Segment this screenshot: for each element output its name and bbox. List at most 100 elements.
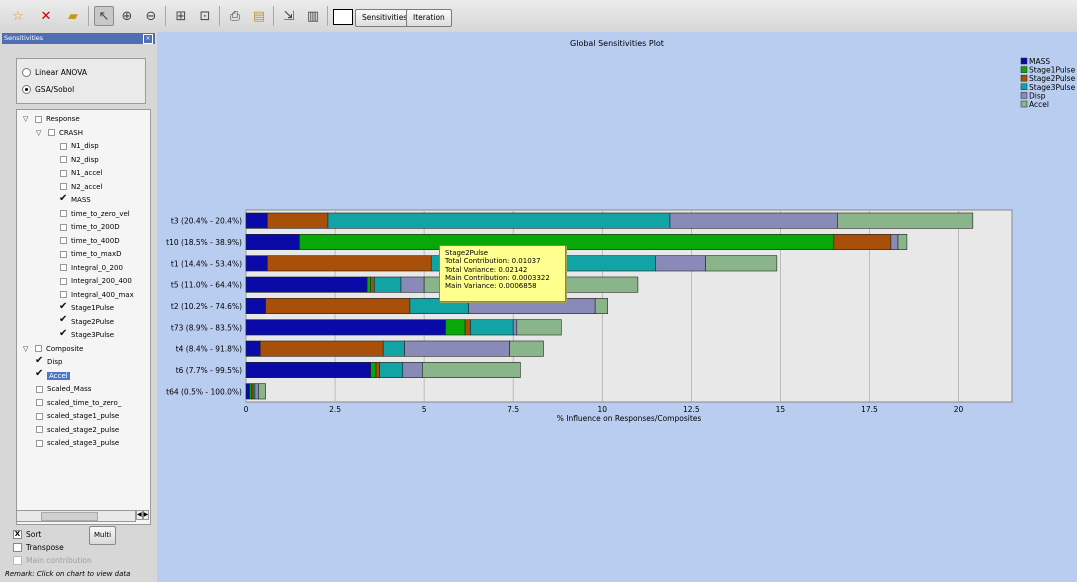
- tree-item-label: time_to_zero_vel: [71, 209, 130, 218]
- sort-checkbox[interactable]: X Sort: [13, 530, 41, 539]
- checkbox-icon[interactable]: [36, 439, 43, 447]
- close-icon[interactable]: ×: [143, 34, 153, 44]
- tree-item-scaled-stage2-pulse[interactable]: scaled_stage2_pulse: [36, 424, 119, 436]
- tree-item-disp[interactable]: Disp: [35, 355, 62, 368]
- tree-item-label: Stage2Pulse: [71, 317, 115, 326]
- tree-item-n2-accel[interactable]: N2_accel: [60, 181, 102, 193]
- scrollbar-thumb[interactable]: [41, 512, 98, 521]
- tree-item-composite[interactable]: ▽ Composite: [23, 343, 83, 355]
- tree-item-stage3pulse[interactable]: Stage3Pulse: [59, 328, 114, 341]
- tree-item-stage2pulse[interactable]: Stage2Pulse: [59, 314, 115, 328]
- checkbox-icon[interactable]: [36, 385, 43, 393]
- toolbar-separator: [219, 6, 220, 26]
- tree-item-scaled-mass[interactable]: Scaled_Mass: [36, 383, 91, 395]
- export-icon[interactable]: ⇲: [279, 6, 299, 26]
- checkbox-icon[interactable]: [36, 412, 43, 420]
- scroll-arrows[interactable]: ◀ ▶: [136, 510, 150, 520]
- checkbox-icon[interactable]: [59, 301, 67, 312]
- checkbox-icon[interactable]: [60, 142, 67, 150]
- tree-horizontal-scrollbar[interactable]: [16, 510, 136, 522]
- tree-item-scaled-stage1-pulse[interactable]: scaled_stage1_pulse: [36, 410, 119, 422]
- tree-item-integral-0-200[interactable]: Integral_0_200: [60, 262, 123, 274]
- tree-item-scaled-stage3-pulse[interactable]: scaled_stage3_pulse: [36, 437, 119, 449]
- checkbox-icon[interactable]: [36, 399, 43, 406]
- checkbox-icon[interactable]: [60, 169, 67, 177]
- new-session-icon[interactable]: ☆: [8, 6, 28, 26]
- bar-segment-mass: [245, 212, 268, 229]
- plot-area[interactable]: Global Sensitivities Plot 0 2.5 5 7.5 10 12.5 1…: [157, 32, 1077, 582]
- bar-segment-disp: [400, 276, 425, 293]
- tree-item-label: Composite: [46, 344, 84, 353]
- tab-iteration[interactable]: Iteration: [406, 9, 452, 27]
- multi-button[interactable]: Multi: [89, 526, 116, 545]
- delete-icon[interactable]: ✕: [36, 6, 56, 26]
- global-sensitivities-chart[interactable]: Global Sensitivities Plot 0 2.5 5 7.5 10 12.5 1…: [157, 32, 1077, 582]
- checkbox-icon[interactable]: [60, 250, 67, 258]
- color-swatch[interactable]: [333, 9, 353, 25]
- legend-swatch: [1020, 66, 1028, 73]
- zoom-out-icon[interactable]: ⊖: [141, 6, 161, 26]
- checkbox-icon[interactable]: [60, 156, 67, 163]
- tooltip-total-variance: Total Variance: 0.02142: [445, 265, 528, 274]
- tree-item-integral-200-400[interactable]: Integral_200_400: [60, 275, 132, 287]
- tree-item-label: scaled_time_to_zero_: [47, 398, 122, 407]
- category-label: t2 (10.2% - 74.6%): [171, 302, 242, 311]
- fit-view-icon[interactable]: ⊞: [171, 6, 191, 26]
- category-label: t3 (20.4% - 20.4%): [171, 217, 242, 226]
- main-contribution-checkbox: Main contribution: [13, 556, 92, 565]
- checkbox-icon[interactable]: [59, 193, 67, 204]
- tree-item-stage1pulse[interactable]: Stage1Pulse: [59, 301, 114, 314]
- radio-gsa-sobol[interactable]: GSA/Sobol: [22, 85, 74, 94]
- checkbox-icon[interactable]: [60, 223, 67, 231]
- tree-item-time-to-200d[interactable]: time_to_200D: [60, 221, 120, 233]
- tree-item-time-to-maxd[interactable]: time_to_maxD: [60, 248, 121, 260]
- radio-icon[interactable]: [22, 68, 31, 77]
- checkbox-icon[interactable]: [35, 368, 43, 379]
- tree-item-n2-disp[interactable]: N2_disp: [60, 154, 99, 166]
- center-view-icon[interactable]: ⊡: [195, 6, 215, 26]
- print-preview-icon[interactable]: ▤: [249, 6, 269, 26]
- tree-item-mass[interactable]: MASS: [59, 193, 91, 206]
- scroll-left-icon[interactable]: ◀: [136, 510, 143, 520]
- checkbox-icon[interactable]: [60, 237, 67, 244]
- tree-item-crash[interactable]: ▽ CRASH: [36, 127, 83, 139]
- checkbox-icon[interactable]: [35, 345, 42, 352]
- tree-item-time-to-zero-vel[interactable]: time_to_zero_vel: [60, 208, 130, 220]
- scroll-right-icon[interactable]: ▶: [142, 510, 150, 520]
- tree-item-integral-400-max[interactable]: Integral_400_max: [60, 289, 134, 301]
- bar-segment-mass: [245, 340, 261, 357]
- checkbox-icon[interactable]: [59, 328, 67, 339]
- tree-item-response[interactable]: ▽ Response: [23, 113, 80, 125]
- checkbox-icon[interactable]: [60, 291, 67, 298]
- expand-toggle-icon[interactable]: ▽: [23, 345, 31, 353]
- checkbox-icon[interactable]: [60, 277, 67, 285]
- tree-item-label: Scaled_Mass: [47, 385, 92, 393]
- zoom-in-icon[interactable]: ⊕: [117, 6, 137, 26]
- checkbox-icon[interactable]: [60, 264, 67, 271]
- expand-toggle-icon[interactable]: ▽: [36, 129, 44, 137]
- checkbox-icon[interactable]: [13, 543, 22, 552]
- checkbox-icon[interactable]: [59, 314, 67, 325]
- tree-item-n1-disp[interactable]: N1_disp: [60, 140, 99, 152]
- checkbox-icon[interactable]: [35, 355, 43, 366]
- tree-item-accel[interactable]: Accel: [35, 368, 70, 382]
- checkbox-icon[interactable]: [36, 426, 43, 433]
- open-folder-icon[interactable]: ▰: [63, 6, 83, 26]
- print-icon[interactable]: ⎙: [225, 6, 245, 26]
- bar-segment-mass: [245, 298, 266, 314]
- checkbox-icon[interactable]: [60, 183, 67, 190]
- layout-icon[interactable]: ▥: [303, 6, 323, 26]
- tree-item-scaled-time-to-zero[interactable]: scaled_time_to_zero_: [36, 397, 121, 409]
- checkbox-icon[interactable]: [35, 115, 42, 123]
- expand-toggle-icon[interactable]: ▽: [23, 115, 31, 123]
- radio-icon[interactable]: [22, 85, 31, 94]
- checkbox-icon[interactable]: X: [13, 530, 22, 539]
- tree-item-n1-accel[interactable]: N1_accel: [60, 167, 102, 179]
- checkbox-icon[interactable]: [48, 129, 55, 136]
- radio-linear-anova[interactable]: Linear ANOVA: [22, 68, 87, 77]
- tree-item-time-to-400d[interactable]: time_to_400D: [60, 235, 120, 247]
- checkbox-icon[interactable]: [60, 210, 67, 217]
- transpose-checkbox[interactable]: Transpose: [13, 543, 64, 552]
- pointer-icon[interactable]: ↖: [94, 6, 114, 26]
- bar-segment-stage1pulse: [445, 319, 466, 336]
